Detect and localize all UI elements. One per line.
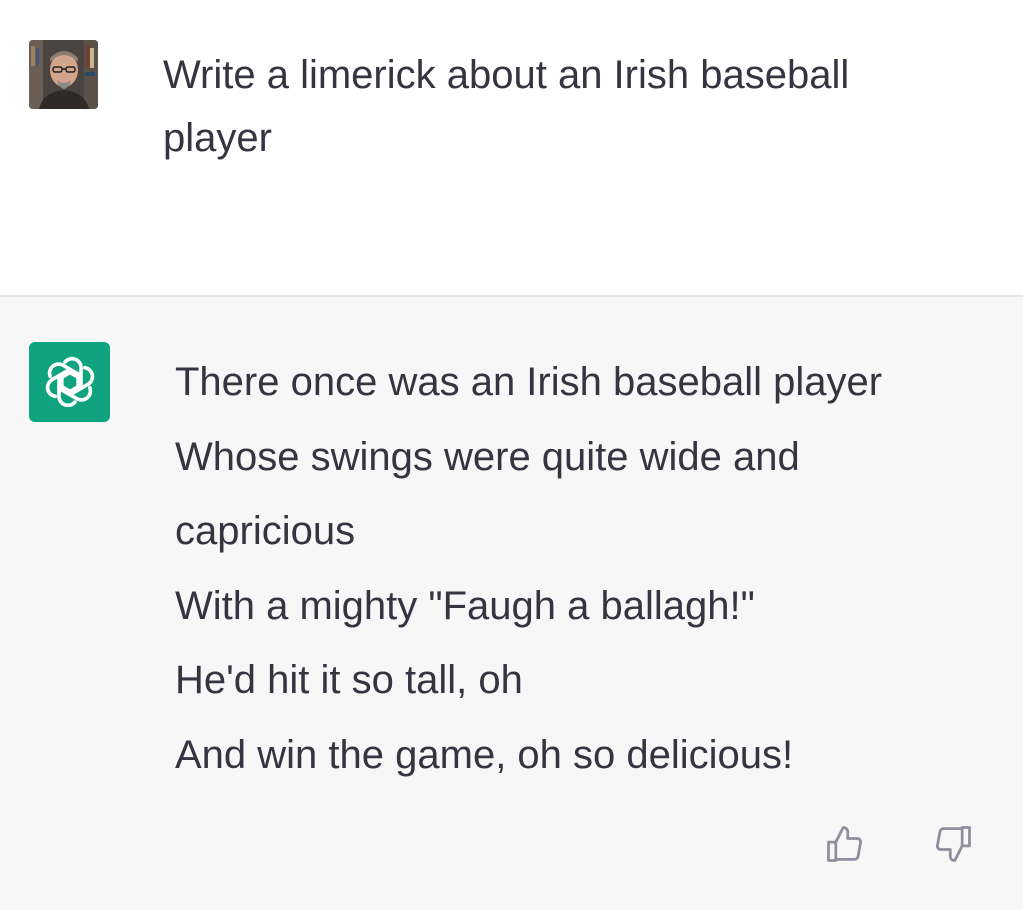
thumbs-up-icon <box>827 826 863 862</box>
user-message: Write a limerick about an Irish baseball… <box>0 0 1023 297</box>
message-line: He'd hit it so tall, oh <box>175 658 523 702</box>
thumbs-down-button[interactable] <box>928 819 978 869</box>
user-message-text: Write a limerick about an Irish baseball… <box>163 53 850 160</box>
openai-logo-icon <box>45 356 94 408</box>
thumbs-up-button[interactable] <box>820 819 870 869</box>
chat-thread: Write a limerick about an Irish baseball… <box>0 0 1023 910</box>
message-line: capricious <box>175 509 356 553</box>
message-line: With a mighty "Faugh a ballagh!" <box>175 583 755 628</box>
user-avatar <box>29 40 98 109</box>
assistant-avatar <box>29 342 110 422</box>
assistant-message: There once was an Irish baseball player … <box>0 297 1023 910</box>
message-line: And win the game, oh so delicious! <box>175 732 794 777</box>
assistant-message-text: There once was an Irish baseball player … <box>175 345 975 792</box>
message-line: There once was an Irish baseball player <box>175 360 883 404</box>
user-photo-avatar <box>29 40 98 109</box>
message-line: Whose swings were quite wide and <box>175 434 800 479</box>
thumbs-down-icon <box>935 826 971 862</box>
